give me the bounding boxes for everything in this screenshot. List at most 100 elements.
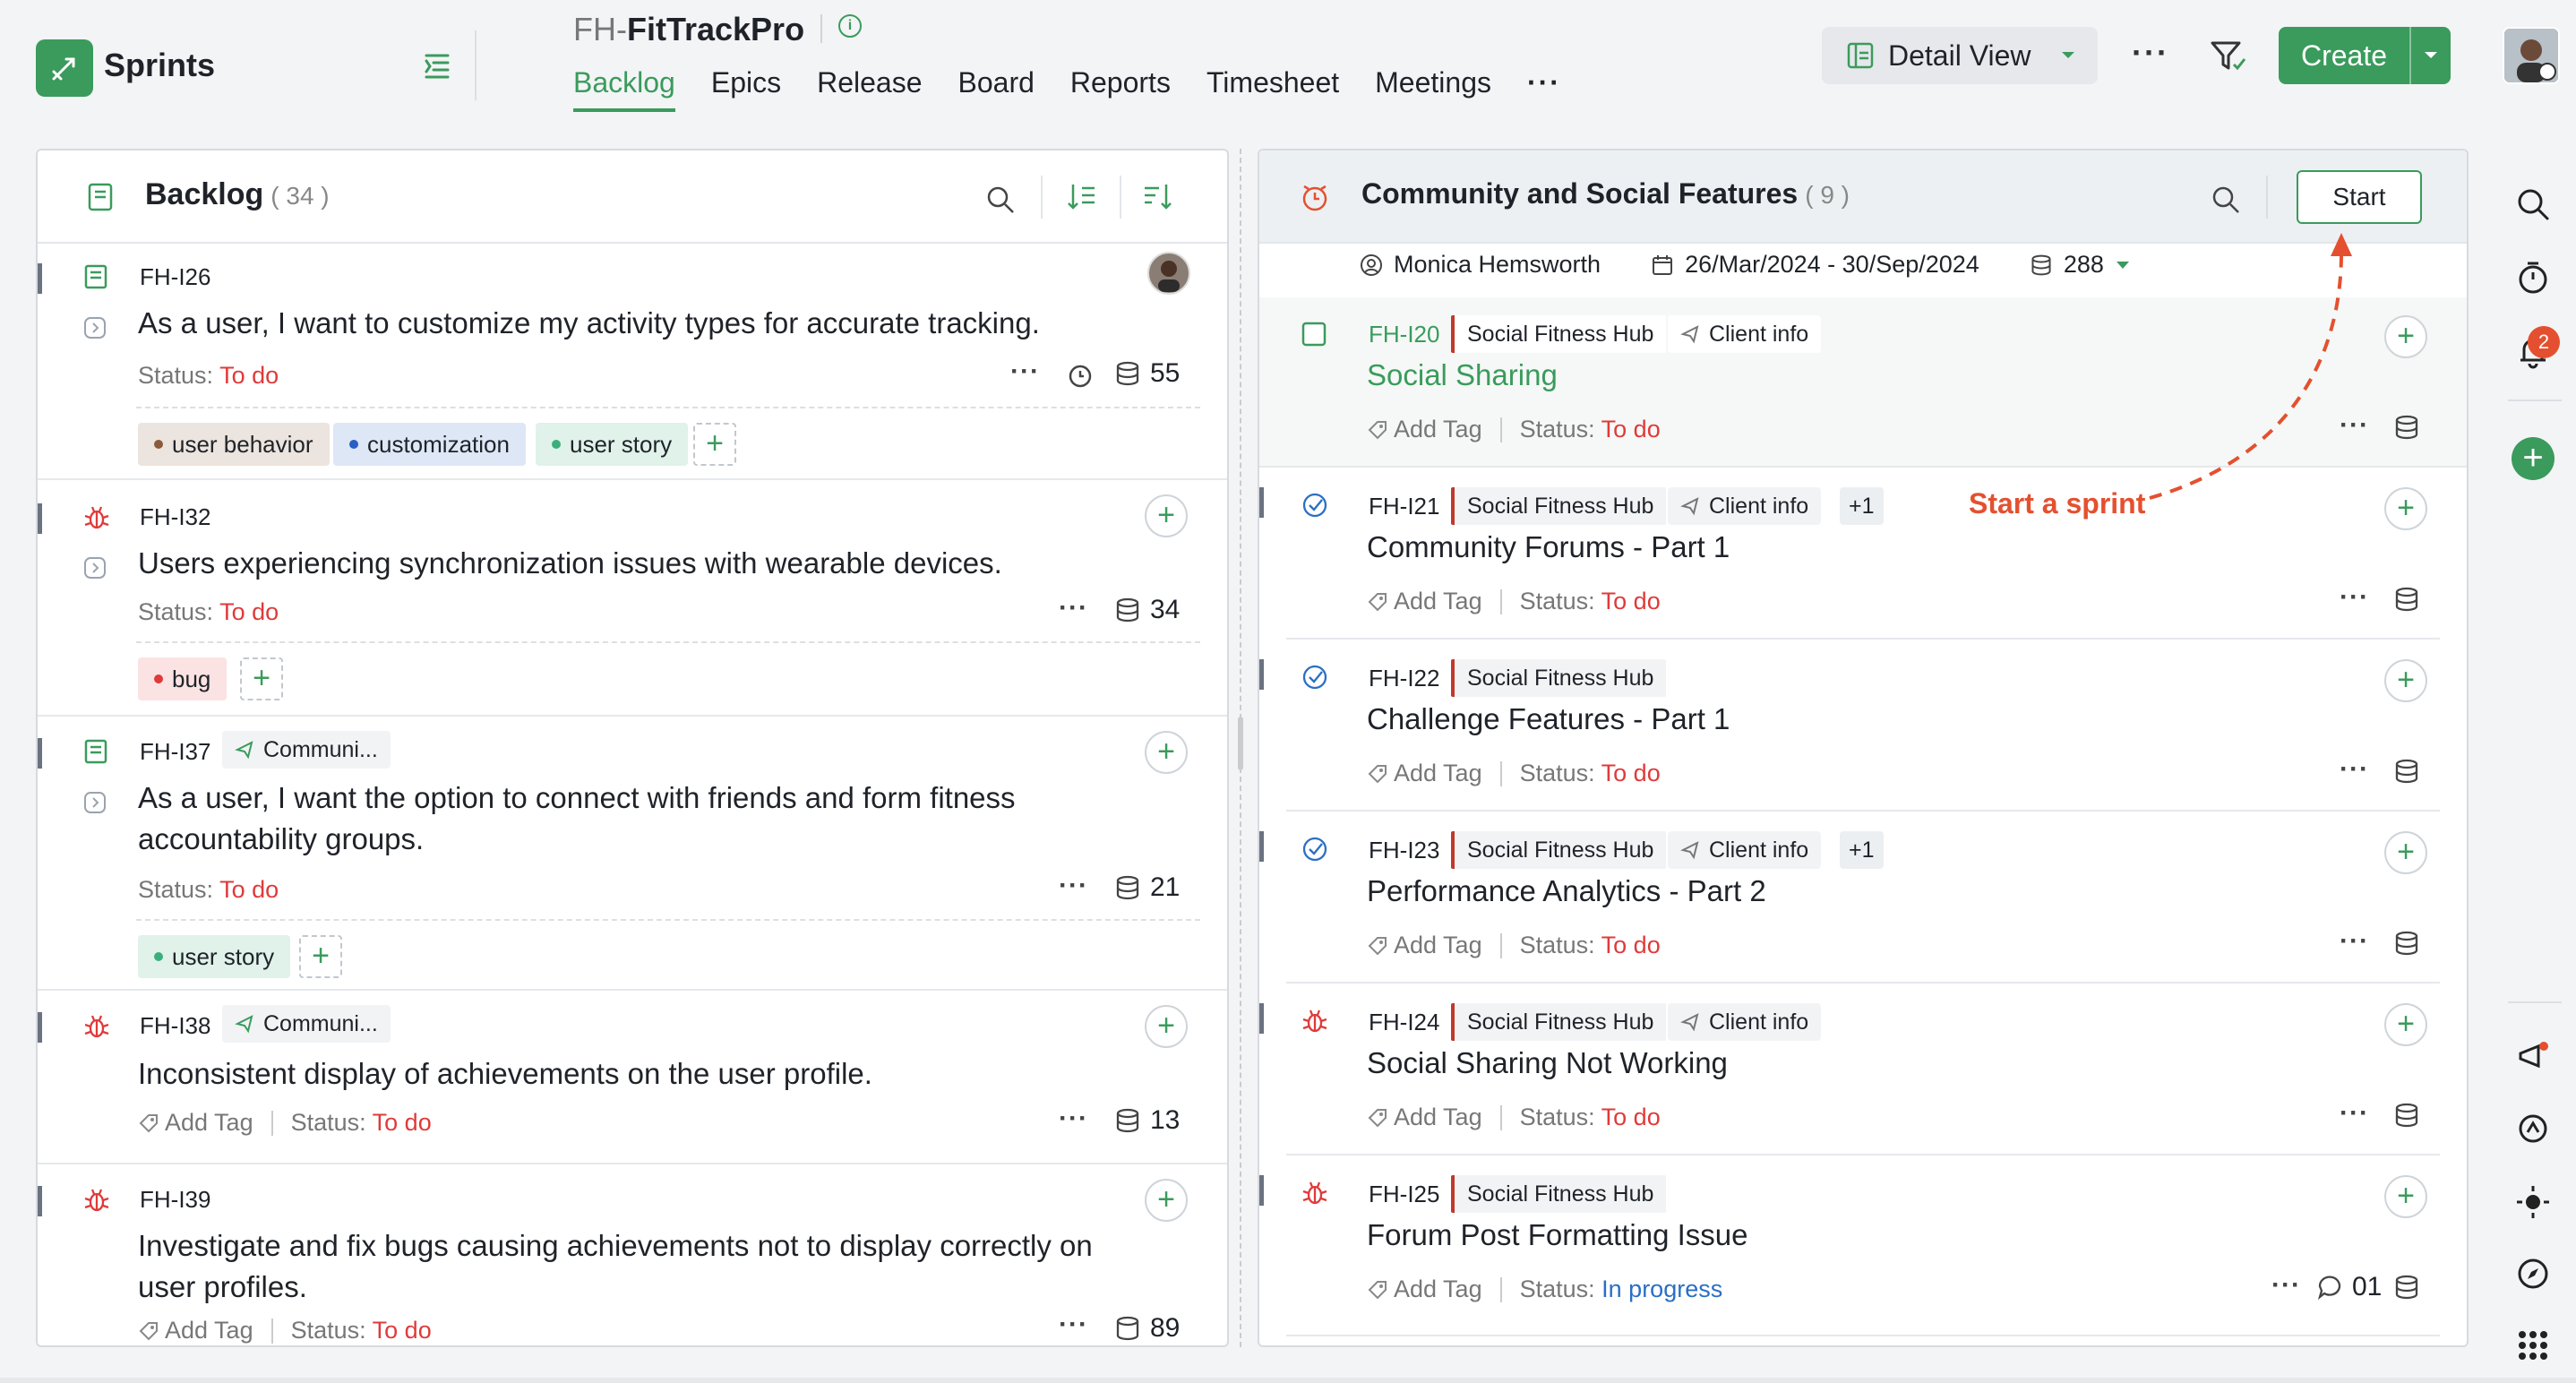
item-id[interactable]: FH-I22 bbox=[1369, 665, 1439, 692]
search-icon[interactable] bbox=[985, 185, 1016, 215]
timer-icon[interactable] bbox=[2515, 260, 2551, 296]
item-id[interactable]: FH-I37 bbox=[140, 738, 210, 766]
item-more-icon[interactable]: ··· bbox=[2271, 1270, 2301, 1301]
item-status[interactable]: Status: To do bbox=[1520, 932, 1661, 959]
drag-handle[interactable] bbox=[38, 738, 42, 769]
backlog-item[interactable]: FH-I37 Communi... + As a user, I want th… bbox=[38, 718, 1227, 991]
checkbox[interactable] bbox=[1301, 321, 1327, 348]
item-status[interactable]: Status: To do bbox=[291, 1317, 432, 1344]
tab-timesheet[interactable]: Timesheet bbox=[1206, 66, 1339, 112]
story-points-icon[interactable] bbox=[2393, 1102, 2420, 1129]
expand-icon[interactable] bbox=[82, 555, 107, 580]
item-more-icon[interactable]: ··· bbox=[1059, 1310, 1088, 1340]
item-status[interactable]: Status: In progress bbox=[1520, 1276, 1723, 1303]
filter-icon[interactable] bbox=[2209, 38, 2246, 75]
backlog-item[interactable]: FH-I38 Communi... + Inconsistent display… bbox=[38, 992, 1227, 1164]
item-title[interactable]: Inconsistent display of achievements on … bbox=[138, 1053, 1123, 1095]
item-more-icon[interactable]: ··· bbox=[2340, 582, 2369, 613]
project-chip[interactable]: Social Fitness Hub bbox=[1451, 315, 1667, 353]
story-points[interactable]: 34 bbox=[1114, 595, 1180, 625]
sort-icon[interactable] bbox=[1066, 181, 1098, 213]
add-subitem-button[interactable]: + bbox=[1145, 494, 1188, 537]
item-more-icon[interactable]: ··· bbox=[1010, 356, 1040, 387]
item-title[interactable]: Community Forums - Part 1 bbox=[1367, 527, 1730, 568]
item-title[interactable]: Users experiencing synchronization issue… bbox=[138, 543, 1123, 584]
add-tag-link[interactable]: Add Tag bbox=[1394, 760, 1482, 787]
project-info-icon[interactable]: i bbox=[838, 14, 862, 38]
apps-grid-icon[interactable] bbox=[2515, 1327, 2551, 1363]
add-subitem-button[interactable]: + bbox=[2384, 315, 2427, 358]
add-tag-button[interactable]: + bbox=[240, 657, 283, 700]
tab-epics[interactable]: Epics bbox=[711, 66, 781, 112]
story-points-icon[interactable] bbox=[2393, 414, 2420, 441]
item-status[interactable]: Status: To do bbox=[1520, 416, 1661, 443]
item-status[interactable]: Status: To do bbox=[138, 876, 279, 904]
add-subitem-button[interactable]: + bbox=[2384, 831, 2427, 874]
backlog-item[interactable]: FH-I32 + Users experiencing synchronizat… bbox=[38, 482, 1227, 717]
tag-bug[interactable]: bug bbox=[138, 657, 228, 700]
tab-release[interactable]: Release bbox=[817, 66, 922, 112]
item-id[interactable]: FH-I21 bbox=[1369, 493, 1439, 520]
item-more-icon[interactable]: ··· bbox=[2340, 754, 2369, 785]
sprints-logo[interactable] bbox=[36, 39, 93, 97]
add-tag-button[interactable]: + bbox=[693, 423, 736, 466]
drag-handle[interactable] bbox=[1259, 1003, 1264, 1034]
add-subitem-button[interactable]: + bbox=[1145, 1005, 1188, 1048]
tag-user-story[interactable]: user story bbox=[536, 423, 689, 466]
project-chip[interactable]: Social Fitness Hub bbox=[1451, 487, 1667, 525]
item-id[interactable]: FH-I26 bbox=[140, 263, 210, 291]
drag-handle[interactable] bbox=[1259, 1175, 1264, 1206]
drag-handle[interactable] bbox=[38, 503, 42, 534]
start-sprint-button[interactable]: Start bbox=[2297, 170, 2422, 224]
announcement-icon[interactable] bbox=[2515, 1039, 2551, 1075]
backlog-item[interactable]: FH-I39 + Investigate and fix bugs causin… bbox=[38, 1166, 1227, 1345]
more-options-icon[interactable]: ··· bbox=[2132, 34, 2169, 72]
item-status[interactable]: Status: To do bbox=[1520, 588, 1661, 615]
item-id[interactable]: FH-I24 bbox=[1369, 1009, 1439, 1036]
drag-handle[interactable] bbox=[38, 1186, 42, 1216]
tab-board[interactable]: Board bbox=[958, 66, 1035, 112]
epic-chip[interactable]: Client info bbox=[1668, 1003, 1822, 1041]
drag-handle[interactable] bbox=[1259, 831, 1264, 862]
group-by-icon[interactable] bbox=[1141, 181, 1173, 213]
sprint-item[interactable]: FH-I23 Social Fitness Hub Client info +1… bbox=[1259, 813, 2440, 984]
tab-reports[interactable]: Reports bbox=[1070, 66, 1171, 112]
add-tag-button[interactable]: + bbox=[299, 935, 342, 978]
sprint-item[interactable]: FH-I24 Social Fitness Hub Client info + … bbox=[1259, 985, 2440, 1155]
drag-handle[interactable] bbox=[38, 263, 42, 294]
more-tabs-icon[interactable]: ··· bbox=[1527, 66, 1561, 112]
project-title[interactable]: FH-FitTrackPro bbox=[573, 11, 804, 48]
add-tag-link[interactable]: Add Tag bbox=[165, 1109, 253, 1137]
story-points[interactable]: 55 bbox=[1114, 358, 1180, 389]
sprint-title[interactable]: Community and Social Features( 9 ) bbox=[1361, 177, 1850, 210]
epic-chip[interactable]: Client info bbox=[1668, 487, 1822, 525]
item-more-icon[interactable]: ··· bbox=[1059, 1104, 1088, 1134]
add-subitem-button[interactable]: + bbox=[2384, 487, 2427, 530]
add-subitem-button[interactable]: + bbox=[2384, 1175, 2427, 1218]
expand-icon[interactable] bbox=[82, 790, 107, 815]
story-points-icon[interactable] bbox=[2393, 1274, 2420, 1301]
add-tag-link[interactable]: Add Tag bbox=[1394, 1276, 1482, 1303]
item-more-icon[interactable]: ··· bbox=[1059, 871, 1088, 901]
epic-chip[interactable]: Communi... bbox=[222, 1005, 391, 1043]
drag-handle[interactable] bbox=[1259, 487, 1264, 518]
project-chip[interactable]: Social Fitness Hub bbox=[1451, 659, 1667, 697]
item-more-icon[interactable]: ··· bbox=[2340, 1098, 2369, 1129]
item-id[interactable]: FH-I38 bbox=[140, 1012, 210, 1040]
add-tag-link[interactable]: Add Tag bbox=[1394, 588, 1482, 615]
sync-icon[interactable] bbox=[2515, 1111, 2551, 1147]
view-selector[interactable]: Detail View bbox=[1822, 27, 2098, 84]
add-tag-link[interactable]: Add Tag bbox=[165, 1317, 253, 1344]
search-icon[interactable] bbox=[2515, 186, 2551, 222]
story-points[interactable]: 13 bbox=[1114, 1105, 1180, 1136]
project-chip[interactable]: Social Fitness Hub bbox=[1451, 831, 1667, 869]
collapse-sidebar-icon[interactable] bbox=[419, 48, 455, 84]
more-epics-chip[interactable]: +1 bbox=[1840, 831, 1884, 869]
reminder-icon[interactable] bbox=[1066, 360, 1095, 389]
comments-count[interactable]: 01 bbox=[2316, 1272, 2382, 1302]
item-status[interactable]: Status: To do bbox=[138, 598, 279, 626]
tab-meetings[interactable]: Meetings bbox=[1375, 66, 1491, 112]
project-chip[interactable]: Social Fitness Hub bbox=[1451, 1003, 1667, 1041]
theme-icon[interactable] bbox=[2515, 1184, 2551, 1220]
sprint-points[interactable]: 288 bbox=[2030, 251, 2131, 279]
